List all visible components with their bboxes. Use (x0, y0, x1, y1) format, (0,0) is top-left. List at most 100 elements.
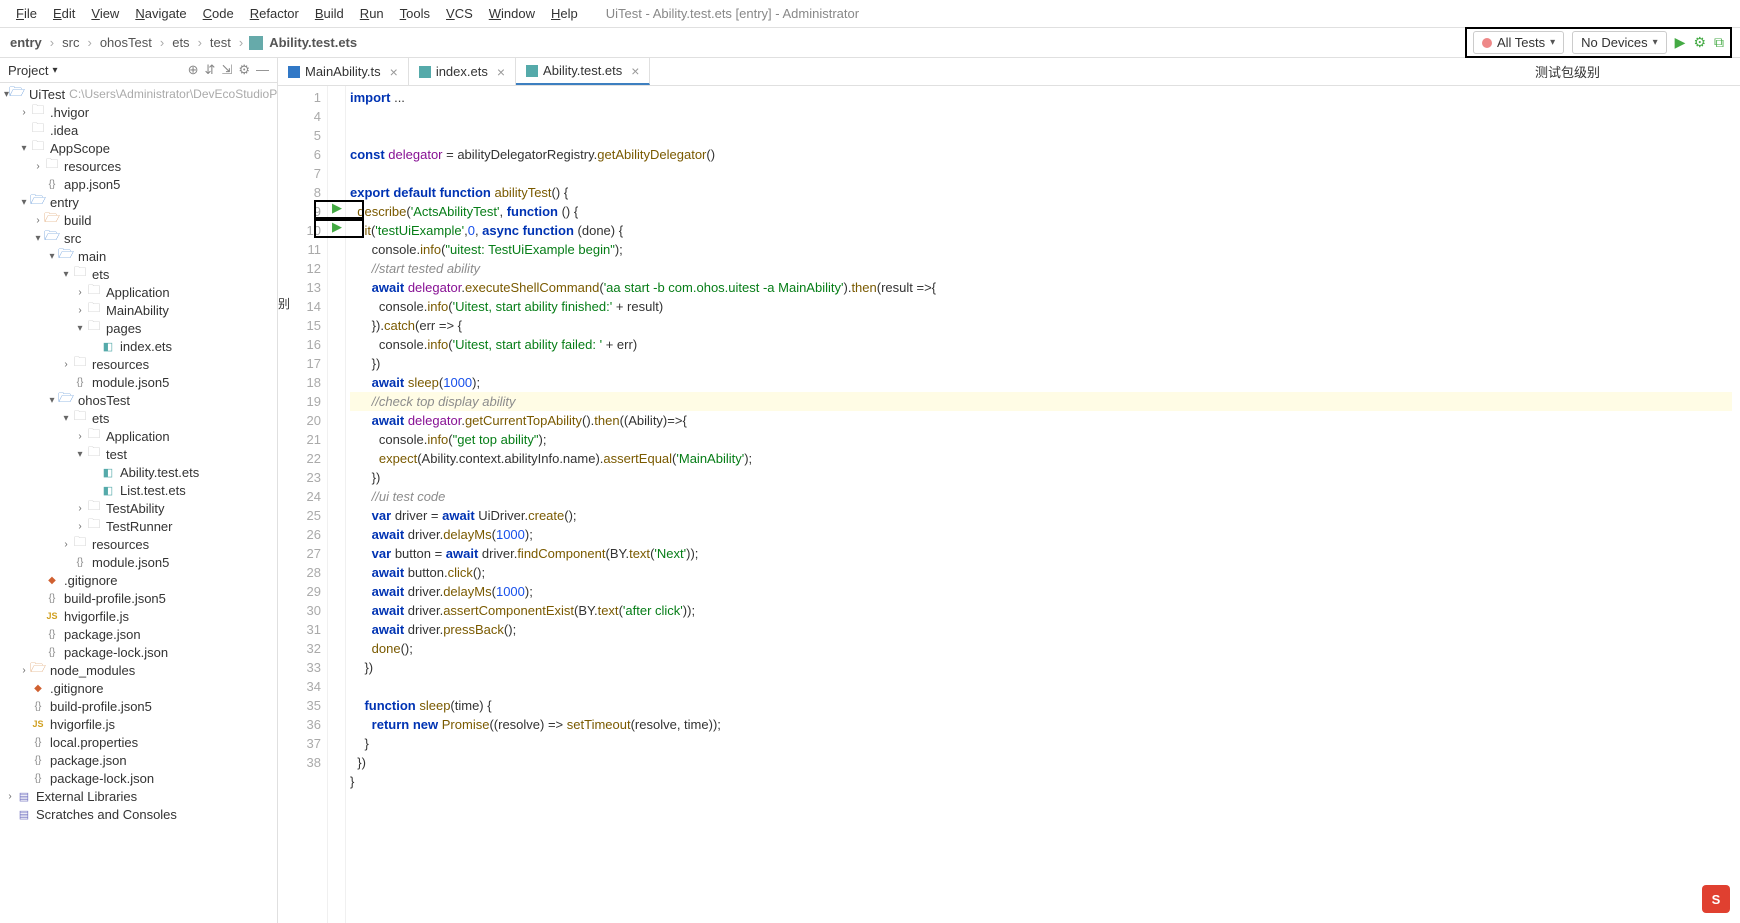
code-line[interactable]: await driver.delayMs(1000); (350, 525, 1732, 544)
run-config-combo[interactable]: All Tests ▾ (1473, 31, 1564, 54)
code-line[interactable]: describe('ActsAbilityTest', function () … (350, 202, 1732, 221)
debug-icon[interactable]: ⚙ (1693, 34, 1706, 51)
expand-icon[interactable]: ⇲ (221, 62, 232, 78)
tree-item[interactable]: List.test.ets (0, 481, 277, 499)
tree-item[interactable]: ▾ets (0, 265, 277, 283)
tree-item[interactable]: ›TestAbility (0, 499, 277, 517)
breadcrumb-item[interactable]: ohosTest (98, 35, 154, 50)
code-line[interactable]: done(); (350, 639, 1732, 658)
coverage-icon[interactable]: ⧉ (1714, 34, 1724, 51)
tree-item[interactable]: .gitignore (0, 679, 277, 697)
editor-tab[interactable]: Ability.test.ets× (516, 58, 650, 85)
menu-build[interactable]: Build (307, 4, 352, 23)
menu-navigate[interactable]: Navigate (127, 4, 194, 23)
tree-item[interactable]: ›build (0, 211, 277, 229)
menu-window[interactable]: Window (481, 4, 543, 23)
tree-item[interactable]: ▾ets (0, 409, 277, 427)
tree-item[interactable]: Scratches and Consoles (0, 805, 277, 823)
tree-item[interactable]: ›resources (0, 157, 277, 175)
target-icon[interactable]: ⊕ (188, 62, 199, 78)
code-line[interactable]: function sleep(time) { (350, 696, 1732, 715)
code-line[interactable]: expect(Ability.context.abilityInfo.name)… (350, 449, 1732, 468)
tree-item[interactable]: module.json5 (0, 373, 277, 391)
tree-item[interactable]: hvigorfile.js (0, 715, 277, 733)
tree-item[interactable]: build-profile.json5 (0, 697, 277, 715)
tree-item[interactable]: package.json (0, 751, 277, 769)
menu-vcs[interactable]: VCS (438, 4, 481, 23)
ime-indicator-icon[interactable]: S (1702, 885, 1730, 913)
code-line[interactable] (350, 677, 1732, 696)
code-line[interactable]: console.info("uitest: TestUiExample begi… (350, 240, 1732, 259)
editor-tab[interactable]: MainAbility.ts× (278, 58, 409, 85)
menu-run[interactable]: Run (352, 4, 392, 23)
menu-refactor[interactable]: Refactor (242, 4, 307, 23)
code-line[interactable]: console.info('Uitest, start ability fail… (350, 335, 1732, 354)
code-line[interactable]: }) (350, 658, 1732, 677)
project-title[interactable]: Project ▾ (8, 63, 58, 78)
code-line[interactable]: console.info("get top ability"); (350, 430, 1732, 449)
code-line[interactable]: } (350, 772, 1732, 791)
run-test-icon[interactable]: ▶ (328, 219, 346, 238)
code-line[interactable]: await sleep(1000); (350, 373, 1732, 392)
menu-view[interactable]: View (83, 4, 127, 23)
tree-item[interactable]: ▾AppScope (0, 139, 277, 157)
breadcrumb-item[interactable]: src (60, 35, 81, 50)
tree-item[interactable]: package.json (0, 625, 277, 643)
code-line[interactable]: }) (350, 354, 1732, 373)
code-line[interactable]: await delegator.executeShellCommand('aa … (350, 278, 1732, 297)
tree-item[interactable]: local.properties (0, 733, 277, 751)
code-line[interactable]: //check top display ability (350, 392, 1732, 411)
code-line[interactable]: it('testUiExample',0, async function (do… (350, 221, 1732, 240)
menu-code[interactable]: Code (195, 4, 242, 23)
code-line[interactable]: await driver.pressBack(); (350, 620, 1732, 639)
code-line[interactable]: await button.click(); (350, 563, 1732, 582)
tree-item[interactable]: ›MainAbility (0, 301, 277, 319)
code-line[interactable]: return new Promise((resolve) => setTimeo… (350, 715, 1732, 734)
close-icon[interactable]: × (497, 64, 505, 80)
tree-item[interactable]: hvigorfile.js (0, 607, 277, 625)
code-line[interactable]: //ui test code (350, 487, 1732, 506)
code-line[interactable]: var button = await driver.findComponent(… (350, 544, 1732, 563)
menu-tools[interactable]: Tools (392, 4, 438, 23)
run-suite-icon[interactable]: ▶ (328, 200, 346, 219)
gear-icon[interactable]: ⚙ (238, 62, 250, 78)
tree-item[interactable]: ▾entry (0, 193, 277, 211)
project-tree[interactable]: ▾UiTestC:\Users\Administrator\DevEcoStud… (0, 83, 277, 923)
code-line[interactable]: //start tested ability (350, 259, 1732, 278)
code-line[interactable]: }) (350, 468, 1732, 487)
tree-item[interactable]: ▾ohosTest (0, 391, 277, 409)
tree-item[interactable]: .gitignore (0, 571, 277, 589)
code-line[interactable] (350, 164, 1732, 183)
tree-item[interactable]: ›resources (0, 355, 277, 373)
close-icon[interactable]: × (390, 64, 398, 80)
tree-item[interactable]: ›TestRunner (0, 517, 277, 535)
code-line[interactable]: }) (350, 753, 1732, 772)
tree-item[interactable]: ›Application (0, 427, 277, 445)
code-line[interactable]: export default function abilityTest() { (350, 183, 1732, 202)
run-icon[interactable]: ▶ (1675, 34, 1686, 51)
breadcrumb-item[interactable]: Ability.test.ets (267, 35, 359, 50)
breadcrumb-item[interactable]: test (208, 35, 233, 50)
menu-edit[interactable]: Edit (45, 4, 83, 23)
tree-item[interactable]: module.json5 (0, 553, 277, 571)
code-content[interactable]: import ... const delegator = abilityDele… (346, 86, 1740, 923)
code-line[interactable]: console.info('Uitest, start ability fini… (350, 297, 1732, 316)
close-icon[interactable]: × (631, 63, 639, 79)
code-line[interactable]: await driver.delayMs(1000); (350, 582, 1732, 601)
code-line[interactable]: const delegator = abilityDelegatorRegist… (350, 145, 1732, 164)
breadcrumb-item[interactable]: entry (8, 35, 44, 50)
menu-help[interactable]: Help (543, 4, 586, 23)
code-line[interactable]: }).catch(err => { (350, 316, 1732, 335)
tree-item[interactable]: build-profile.json5 (0, 589, 277, 607)
code-line[interactable] (350, 126, 1732, 145)
tree-item[interactable]: package-lock.json (0, 769, 277, 787)
tree-item[interactable]: ›resources (0, 535, 277, 553)
code-line[interactable]: } (350, 734, 1732, 753)
code-line[interactable]: import ... (350, 88, 1732, 107)
tree-item[interactable]: ▾pages (0, 319, 277, 337)
code-line[interactable]: await delegator.getCurrentTopAbility().t… (350, 411, 1732, 430)
tree-item[interactable]: Ability.test.ets (0, 463, 277, 481)
tree-item[interactable]: ▾src (0, 229, 277, 247)
hide-icon[interactable]: — (256, 62, 269, 78)
editor-body[interactable]: 测试套级别 测试方法级别 145678910111213141516171819… (278, 86, 1740, 923)
